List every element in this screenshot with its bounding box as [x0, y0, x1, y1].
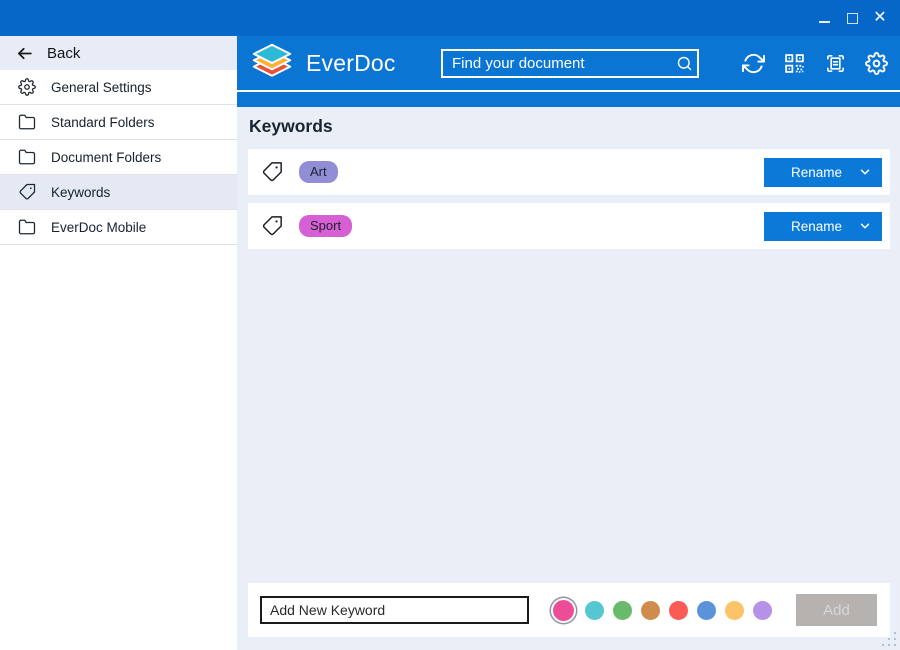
sidebar: Back General Settings Standard Folders D…	[0, 36, 237, 650]
keyword-badge: Sport	[299, 215, 352, 237]
close-icon: ✕	[873, 10, 886, 26]
minimize-icon	[819, 21, 830, 23]
page-title: Keywords	[249, 116, 890, 137]
search-input[interactable]	[443, 51, 671, 76]
app-header: EverDoc	[237, 36, 900, 90]
rename-label: Rename	[791, 165, 842, 180]
search-icon[interactable]	[671, 55, 697, 72]
rename-label: Rename	[791, 219, 842, 234]
folder-icon	[17, 217, 37, 237]
header-actions	[741, 51, 888, 75]
keyword-badge: Art	[299, 161, 338, 183]
back-label: Back	[47, 45, 80, 62]
add-button[interactable]: Add	[796, 594, 877, 626]
qr-code-icon[interactable]	[782, 51, 806, 75]
color-swatch-blue[interactable]	[697, 601, 716, 620]
window-controls: ✕	[810, 0, 894, 36]
color-swatch-teal[interactable]	[585, 601, 604, 620]
keywords-panel: Keywords Art Rename Sport	[237, 116, 900, 249]
color-swatch-purple[interactable]	[753, 601, 772, 620]
header-accent-strip	[237, 90, 900, 107]
tag-icon	[260, 214, 284, 238]
minimize-button[interactable]	[810, 0, 838, 36]
sidebar-item-label: EverDoc Mobile	[51, 220, 146, 235]
scan-document-icon[interactable]	[823, 51, 847, 75]
sidebar-item-label: Document Folders	[51, 150, 161, 165]
titlebar: ✕	[0, 0, 900, 36]
settings-gear-icon[interactable]	[864, 51, 888, 75]
sync-icon[interactable]	[741, 51, 765, 75]
maximize-button[interactable]	[838, 0, 866, 36]
search-box[interactable]	[441, 49, 699, 78]
tag-icon	[260, 160, 284, 184]
color-swatch-pink[interactable]	[553, 600, 574, 621]
add-keyword-bar: Add	[248, 583, 890, 637]
sidebar-item-label: General Settings	[51, 80, 152, 95]
sidebar-item-general-settings[interactable]: General Settings	[0, 70, 237, 105]
rename-button[interactable]: Rename	[764, 158, 882, 187]
folder-icon	[17, 147, 37, 167]
back-button[interactable]: Back	[0, 36, 237, 70]
app-name: EverDoc	[306, 50, 396, 77]
gear-icon	[17, 77, 37, 97]
chevron-down-icon[interactable]	[858, 165, 872, 179]
color-swatch-green[interactable]	[613, 601, 632, 620]
new-keyword-input[interactable]	[260, 596, 529, 624]
color-swatch-red[interactable]	[669, 601, 688, 620]
color-swatches	[551, 600, 772, 621]
back-arrow-icon	[15, 44, 34, 63]
everdoc-window: ✕ Back General Settings Standard Folders…	[0, 0, 900, 650]
main-area: EverDoc	[237, 36, 900, 650]
everdoc-layers-logo	[250, 43, 294, 83]
resize-grip[interactable]	[880, 630, 898, 648]
sidebar-item-everdoc-mobile[interactable]: EverDoc Mobile	[0, 210, 237, 245]
sidebar-item-label: Keywords	[51, 185, 110, 200]
close-button[interactable]: ✕	[866, 0, 894, 36]
sidebar-item-label: Standard Folders	[51, 115, 155, 130]
color-swatch-yellow[interactable]	[725, 601, 744, 620]
sidebar-item-standard-folders[interactable]: Standard Folders	[0, 105, 237, 140]
rename-button[interactable]: Rename	[764, 212, 882, 241]
folder-icon	[17, 112, 37, 132]
sidebar-item-keywords[interactable]: Keywords	[0, 175, 237, 210]
color-swatch-orange[interactable]	[641, 601, 660, 620]
sidebar-item-document-folders[interactable]: Document Folders	[0, 140, 237, 175]
keyword-row-sport: Sport Rename	[248, 203, 890, 249]
chevron-down-icon[interactable]	[858, 219, 872, 233]
keyword-row-art: Art Rename	[248, 149, 890, 195]
tag-icon	[17, 182, 37, 202]
maximize-icon	[847, 13, 858, 24]
